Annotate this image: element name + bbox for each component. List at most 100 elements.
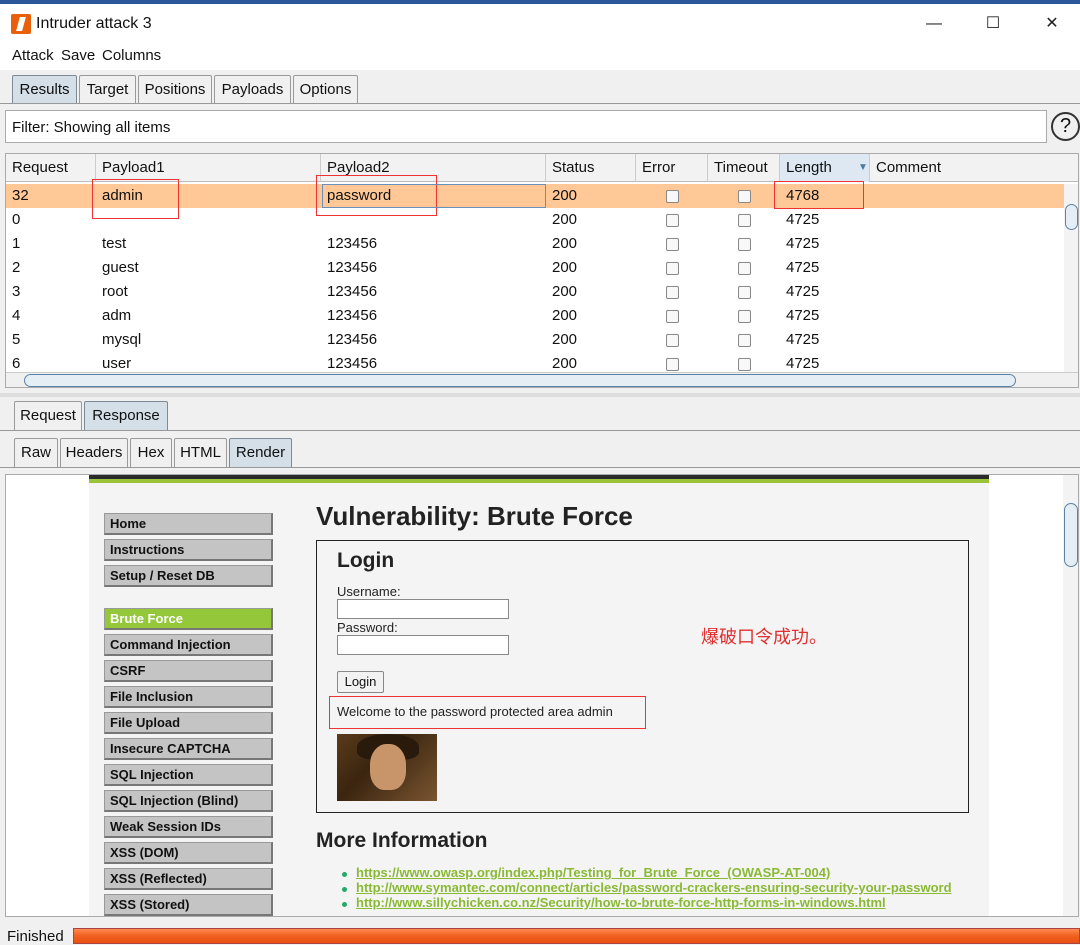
menu-bar: Attack Save Columns [0,42,1080,70]
nav-file-upload[interactable]: File Upload [104,712,273,734]
timeout-checkbox[interactable] [738,190,751,203]
nav-command-injection[interactable]: Command Injection [104,634,273,656]
col-length[interactable]: Length ▼ [780,154,870,182]
col-comment[interactable]: Comment [870,154,1078,182]
cell-request: 2 [12,259,21,276]
cell-request: 0 [12,211,21,228]
tab-html[interactable]: HTML [174,438,227,467]
render-vertical-scrollbar[interactable] [1063,475,1078,916]
login-button[interactable]: Login [337,671,384,693]
nav-sql-injection[interactable]: SQL Injection [104,764,273,786]
timeout-checkbox[interactable] [738,358,751,371]
table-row[interactable]: 2 guest 123456 200 4725 [6,256,1064,280]
cell-payload1: guest [102,259,139,276]
burp-app-icon [11,14,31,34]
timeout-checkbox[interactable] [738,334,751,347]
timeout-checkbox[interactable] [738,286,751,299]
nav-setup-reset-db[interactable]: Setup / Reset DB [104,565,273,587]
owasp-link[interactable]: https://www.owasp.org/index.php/Testing_… [356,865,830,880]
menu-save[interactable]: Save [61,47,95,64]
split-pane-divider[interactable] [0,393,1080,397]
timeout-checkbox[interactable] [738,310,751,323]
nav-xss-dom[interactable]: XSS (DOM) [104,842,273,864]
table-horizontal-scrollbar[interactable] [6,372,1078,387]
error-checkbox[interactable] [666,238,679,251]
render-vertical-scroll-thumb[interactable] [1064,503,1078,567]
table-horizontal-scroll-thumb[interactable] [24,374,1016,387]
cell-payload1: root [102,283,128,300]
menu-attack[interactable]: Attack [12,47,54,64]
col-timeout[interactable]: Timeout [708,154,780,182]
tab-payloads[interactable]: Payloads [214,75,291,104]
cell-status: 200 [552,259,578,276]
col-error[interactable]: Error [636,154,708,182]
nav-insecure-captcha[interactable]: Insecure CAPTCHA [104,738,273,760]
minimize-button[interactable]: — [911,10,957,38]
tab-render[interactable]: Render [229,438,292,467]
col-payload1[interactable]: Payload1 [96,154,321,182]
highlight-welcome [329,696,646,729]
more-information-heading: More Information [316,829,488,852]
tab-target[interactable]: Target [79,75,136,104]
sillychicken-link[interactable]: http://www.sillychicken.co.nz/Security/h… [356,895,886,910]
tab-positions[interactable]: Positions [138,75,212,104]
error-checkbox[interactable] [666,262,679,275]
nav-brute-force[interactable]: Brute Force [104,608,273,630]
col-status[interactable]: Status [546,154,636,182]
table-vertical-scrollbar[interactable] [1064,184,1078,374]
tab-request[interactable]: Request [14,401,82,430]
cell-payload2: 123456 [327,235,378,252]
nav-weak-session-ids[interactable]: Weak Session IDs [104,816,273,838]
nav-file-inclusion[interactable]: File Inclusion [104,686,273,708]
tab-results[interactable]: Results [12,75,77,104]
error-checkbox[interactable] [666,334,679,347]
nav-instructions[interactable]: Instructions [104,539,273,561]
highlight-payload1 [92,179,179,219]
nav-csrf[interactable]: CSRF [104,660,273,682]
rendered-page: Home Instructions Setup / Reset DB Brute Fo… [89,475,989,916]
timeout-checkbox[interactable] [738,262,751,275]
nav-xss-reflected[interactable]: XSS (Reflected) [104,868,273,890]
error-checkbox[interactable] [666,214,679,227]
table-row[interactable]: 3 root 123456 200 4725 [6,280,1064,304]
status-text: Finished [7,928,64,945]
filter-bar[interactable]: Filter: Showing all items [5,110,1047,143]
tab-raw[interactable]: Raw [14,438,58,467]
symantec-link[interactable]: http://www.symantec.com/connect/articles… [356,880,952,895]
username-input[interactable] [337,599,509,619]
cell-payload2: 123456 [327,307,378,324]
cell-status: 200 [552,235,578,252]
cell-status: 200 [552,307,578,324]
close-button[interactable]: ✕ [1029,10,1075,38]
menu-columns[interactable]: Columns [102,47,161,64]
password-label: Password: [337,620,398,635]
error-checkbox[interactable] [666,190,679,203]
table-row[interactable]: 1 test 123456 200 4725 [6,232,1064,256]
nav-home[interactable]: Home [104,513,273,535]
col-request[interactable]: Request [6,154,96,182]
nav-xss-stored[interactable]: XSS (Stored) [104,894,273,916]
nav-sql-injection-blind[interactable]: SQL Injection (Blind) [104,790,273,812]
error-checkbox[interactable] [666,358,679,371]
cell-length: 4725 [786,259,820,276]
cell-status: 200 [552,211,578,228]
cell-request: 5 [12,331,21,348]
cell-request: 32 [12,187,29,204]
tab-options[interactable]: Options [293,75,358,104]
login-heading: Login [337,549,395,572]
tab-response[interactable]: Response [84,401,168,430]
table-row[interactable]: 4 adm 123456 200 4725 [6,304,1064,328]
help-icon[interactable]: ? [1051,112,1080,141]
error-checkbox[interactable] [666,286,679,299]
table-vertical-scroll-thumb[interactable] [1065,204,1078,230]
password-input[interactable] [337,635,509,655]
error-checkbox[interactable] [666,310,679,323]
timeout-checkbox[interactable] [738,214,751,227]
tab-hex[interactable]: Hex [130,438,172,467]
maximize-button[interactable]: ☐ [970,10,1016,38]
table-header: Request Payload1 Payload2 Status Error T… [6,154,1078,182]
timeout-checkbox[interactable] [738,238,751,251]
image-face [370,744,406,790]
tab-headers[interactable]: Headers [60,438,128,467]
table-row[interactable]: 5 mysql 123456 200 4725 [6,328,1064,352]
